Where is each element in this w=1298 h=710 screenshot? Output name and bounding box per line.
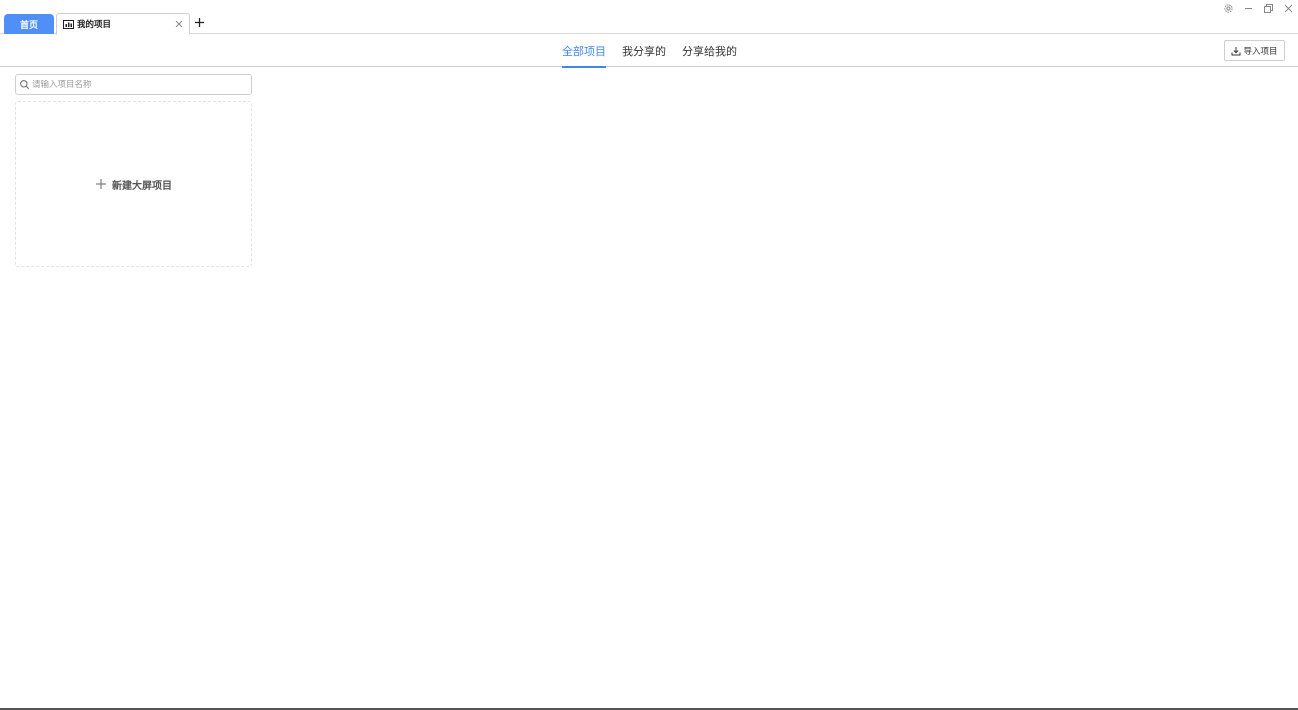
plus-icon bbox=[95, 178, 107, 190]
import-project-button[interactable]: 导入项目 bbox=[1224, 40, 1285, 61]
tab-shared-by-me[interactable]: 我分享的 bbox=[622, 34, 666, 67]
new-dashboard-project-label: 新建大屏项目 bbox=[112, 180, 172, 192]
tab-my-projects[interactable]: 我的项目 bbox=[56, 13, 190, 35]
search-input[interactable] bbox=[32, 79, 242, 90]
minimize-icon[interactable] bbox=[1243, 3, 1254, 14]
search-icon bbox=[19, 79, 30, 90]
project-search bbox=[15, 74, 252, 95]
add-tab-button[interactable] bbox=[193, 16, 206, 29]
tab-all-projects[interactable]: 全部项目 bbox=[562, 34, 606, 68]
tab-home-label: 首页 bbox=[19, 20, 38, 31]
project-filter-tabs: 全部项目 我分享的 分享给我的 bbox=[562, 34, 753, 68]
download-icon bbox=[1231, 46, 1241, 56]
close-icon[interactable] bbox=[1283, 3, 1294, 14]
tab-my-projects-label: 我的项目 bbox=[77, 20, 112, 30]
restore-icon[interactable] bbox=[1263, 3, 1274, 14]
tab-shared-with-me[interactable]: 分享给我的 bbox=[682, 34, 737, 67]
dashboard-icon bbox=[63, 19, 74, 29]
gear-icon[interactable] bbox=[1223, 3, 1234, 14]
title-tab-bar: 首页 我的项目 bbox=[0, 0, 1298, 35]
import-project-label: 导入项目 bbox=[1243, 46, 1278, 57]
tab-home[interactable]: 首页 bbox=[4, 14, 54, 34]
close-icon[interactable] bbox=[174, 19, 184, 29]
project-subnav: 全部项目 我分享的 分享给我的 导入项目 bbox=[0, 34, 1298, 68]
new-dashboard-project-card[interactable]: 新建大屏项目 bbox=[15, 101, 252, 267]
window-controls bbox=[1223, 2, 1294, 14]
